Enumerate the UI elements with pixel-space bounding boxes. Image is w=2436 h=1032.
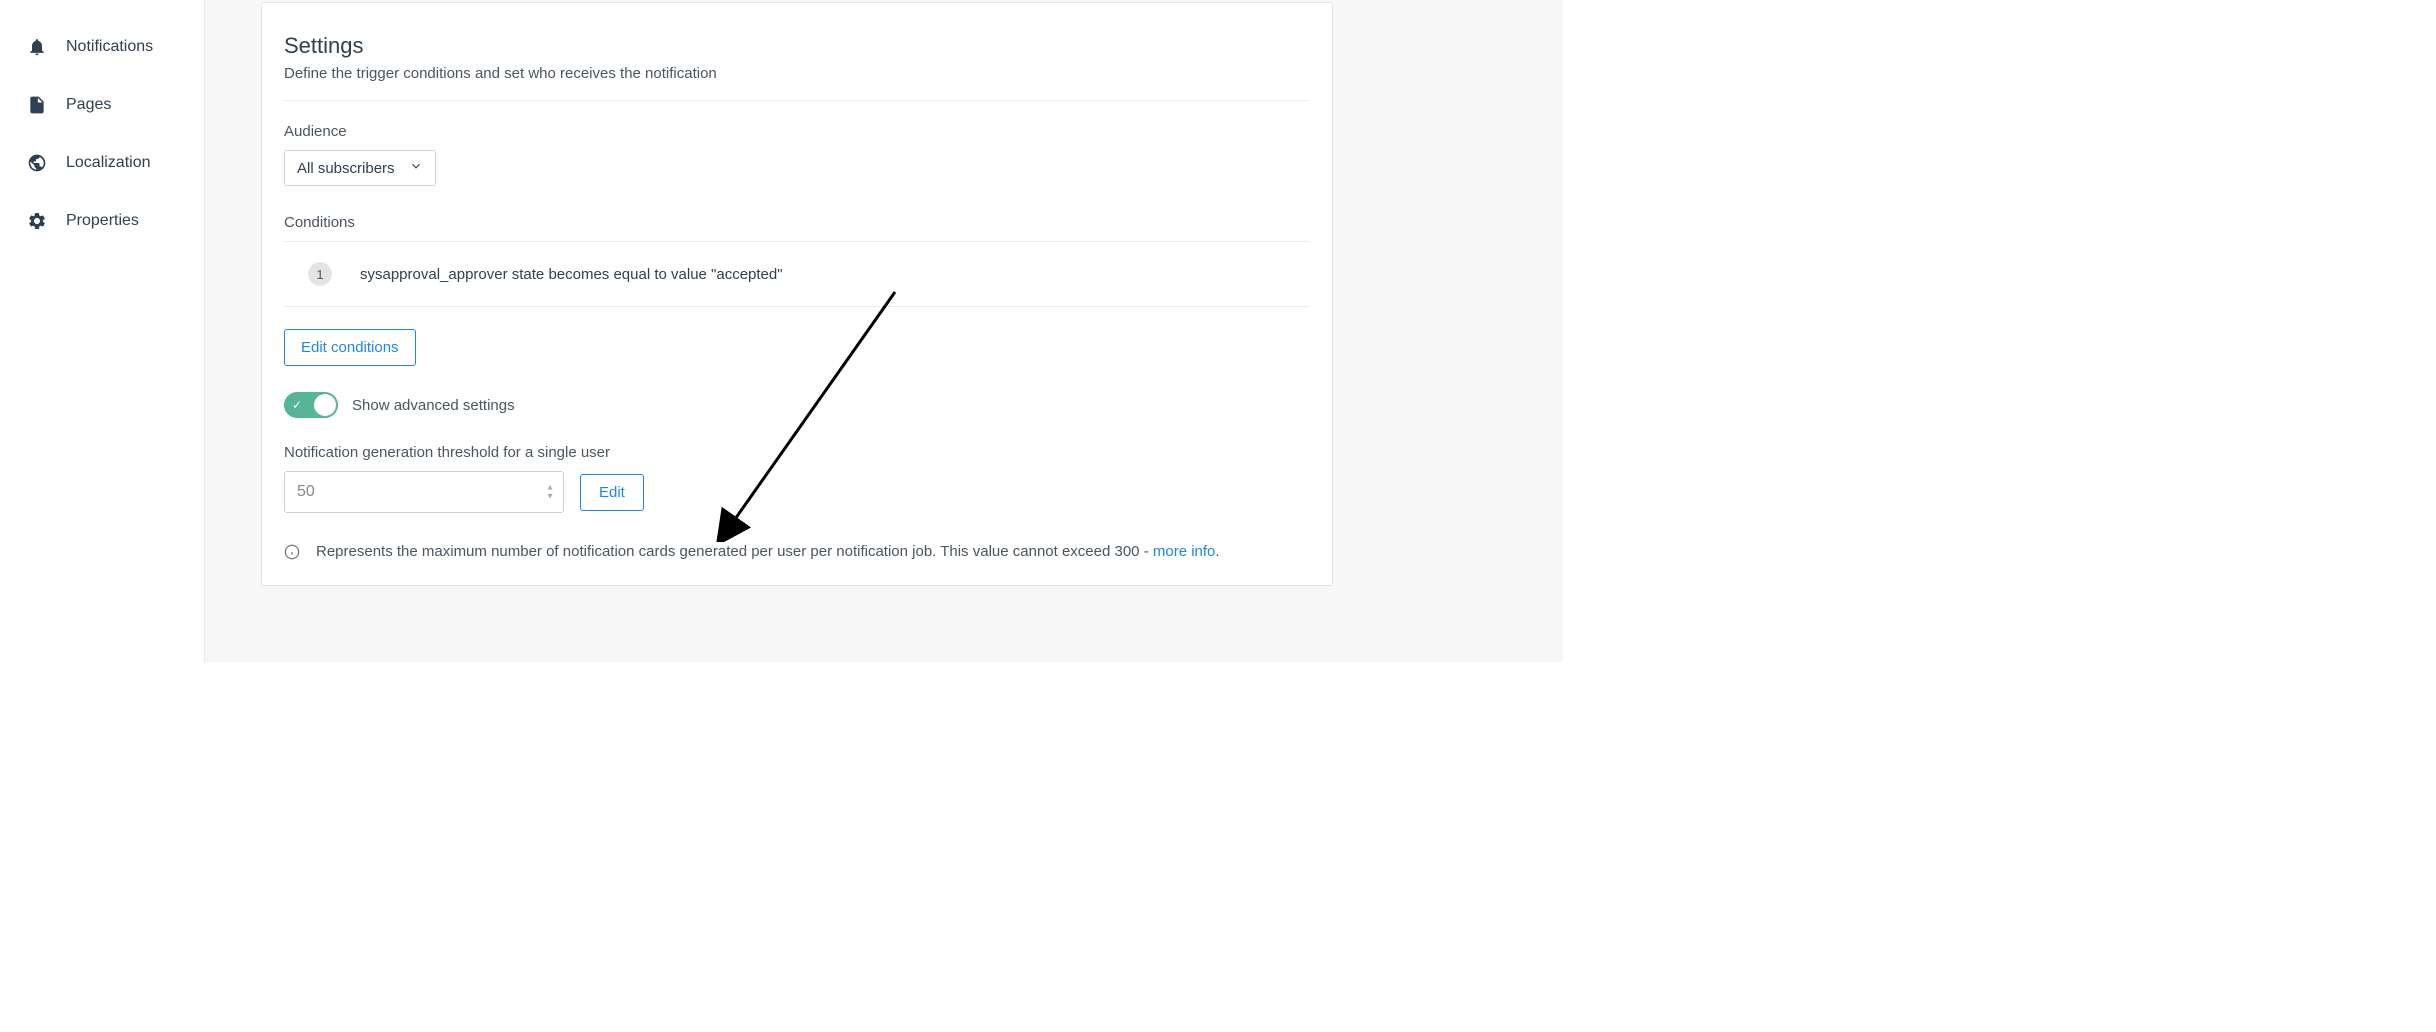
main-content: Settings Define the trigger conditions a… — [205, 0, 1563, 662]
audience-select[interactable]: All subscribers — [284, 150, 436, 186]
threshold-label: Notification generation threshold for a … — [284, 444, 1310, 461]
panel-title: Settings — [284, 33, 1310, 59]
help-text: Represents the maximum number of notific… — [316, 541, 1220, 563]
globe-icon — [26, 152, 48, 174]
sidebar-item-properties[interactable]: Properties — [26, 200, 204, 242]
file-icon — [26, 94, 48, 116]
chevron-down-icon — [409, 159, 423, 177]
condition-text: sysapproval_approver state becomes equal… — [360, 266, 783, 283]
bell-icon — [26, 36, 48, 58]
check-icon: ✓ — [292, 398, 302, 412]
sidebar: Notifications Pages Localization Propert… — [0, 0, 205, 662]
sidebar-item-localization[interactable]: Localization — [26, 142, 204, 184]
more-info-link[interactable]: more info — [1153, 543, 1216, 560]
advanced-toggle-row: ✓ Show advanced settings — [284, 392, 1310, 418]
info-icon — [284, 544, 300, 565]
sidebar-item-label: Pages — [66, 96, 111, 114]
audience-label: Audience — [284, 123, 1310, 140]
help-text-period: . — [1215, 543, 1219, 560]
settings-panel: Settings Define the trigger conditions a… — [261, 2, 1333, 586]
threshold-row: ▲▼ Edit — [284, 471, 1310, 513]
conditions-label: Conditions — [284, 214, 1310, 231]
sidebar-item-label: Notifications — [66, 38, 153, 56]
help-text-prefix: Represents the maximum number of notific… — [316, 543, 1153, 560]
advanced-toggle[interactable]: ✓ — [284, 392, 338, 418]
edit-conditions-button[interactable]: Edit conditions — [284, 329, 416, 366]
panel-subtitle: Define the trigger conditions and set wh… — [284, 65, 1310, 101]
advanced-toggle-label: Show advanced settings — [352, 397, 515, 414]
sidebar-item-label: Properties — [66, 212, 139, 230]
condition-row: 1 sysapproval_approver state becomes equ… — [284, 241, 1310, 307]
sidebar-item-label: Localization — [66, 154, 151, 172]
threshold-help: Represents the maximum number of notific… — [284, 537, 1310, 565]
edit-threshold-button[interactable]: Edit — [580, 474, 644, 511]
audience-selected-value: All subscribers — [297, 160, 395, 177]
threshold-input — [284, 471, 564, 513]
sidebar-item-notifications[interactable]: Notifications — [26, 26, 204, 68]
toggle-knob — [314, 394, 336, 416]
stepper-icon: ▲▼ — [546, 484, 554, 501]
condition-index-badge: 1 — [308, 262, 332, 286]
gear-icon — [26, 210, 48, 232]
sidebar-item-pages[interactable]: Pages — [26, 84, 204, 126]
